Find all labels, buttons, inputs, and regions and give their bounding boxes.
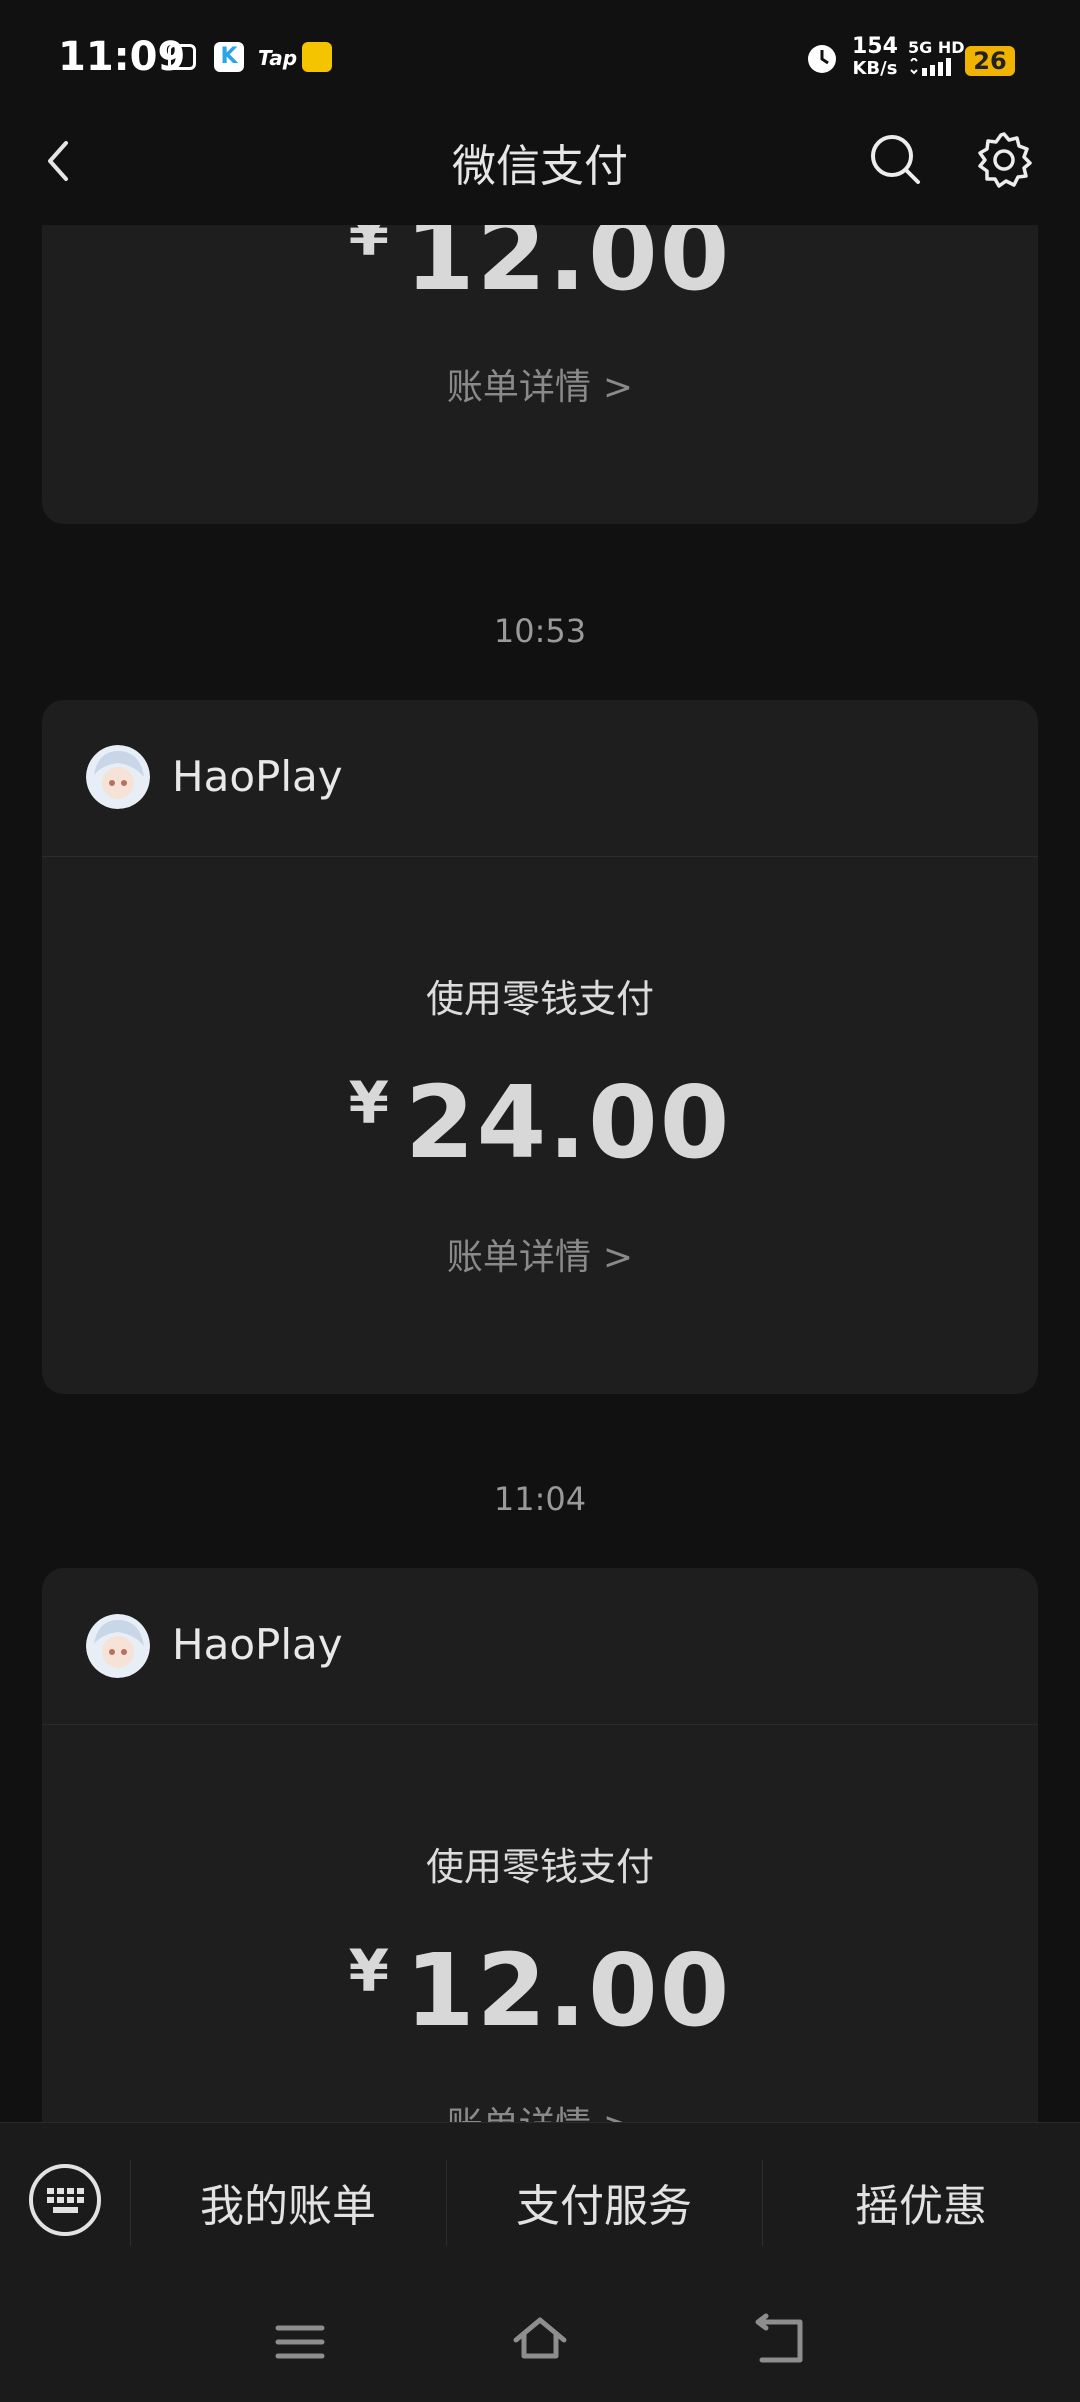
merchant-name[interactable]: HaoPlay bbox=[172, 1620, 343, 1669]
tab-shake-offers[interactable]: 摇优惠 bbox=[762, 2170, 1080, 2234]
network-label: 5G HD bbox=[908, 38, 965, 57]
tab-my-bills[interactable]: 我的账单 bbox=[130, 2170, 446, 2234]
status-bar: 11:09 K Tap 154 KB/s 5G HD 26 bbox=[0, 0, 1080, 120]
menu-icon[interactable] bbox=[272, 2314, 328, 2370]
bill-detail-link[interactable]: 账单详情> bbox=[0, 358, 1080, 410]
message-time: 11:04 bbox=[493, 1480, 587, 1518]
payment-method: 使用零钱支付 bbox=[425, 977, 654, 1021]
return-icon[interactable] bbox=[750, 2312, 810, 2372]
bilibili-icon bbox=[168, 44, 196, 70]
message-time: 10:53 bbox=[493, 612, 587, 650]
signal-icon bbox=[910, 58, 951, 76]
bottom-bar-border bbox=[0, 2122, 1080, 2123]
gear-icon[interactable] bbox=[974, 130, 1034, 190]
merchant-avatar[interactable] bbox=[86, 745, 150, 809]
payment-amount: ¥24.00 bbox=[348, 1064, 732, 1181]
battery-indicator: 26 bbox=[965, 46, 1015, 76]
payment-method: 使用零钱支付 bbox=[425, 1845, 654, 1889]
home-icon[interactable] bbox=[510, 2310, 570, 2370]
payment-amount: ¥12.00 bbox=[348, 1932, 732, 2049]
alarm-icon bbox=[808, 45, 836, 73]
bill-detail-link[interactable]: 账单详情> bbox=[0, 1228, 1080, 1280]
tap-icon: Tap bbox=[258, 46, 298, 70]
back-arrow-icon[interactable] bbox=[30, 131, 90, 191]
tab-payment-services[interactable]: 支付服务 bbox=[446, 2170, 762, 2234]
meituan-icon bbox=[302, 42, 332, 72]
status-time: 11:09 bbox=[58, 34, 186, 80]
net-speed: 154 KB/s bbox=[852, 34, 898, 80]
card-divider bbox=[42, 856, 1038, 857]
merchant-name[interactable]: HaoPlay bbox=[172, 752, 343, 801]
keyboard-icon[interactable] bbox=[28, 2163, 102, 2237]
system-nav-bar bbox=[0, 2280, 1080, 2400]
search-icon[interactable] bbox=[866, 130, 926, 190]
kugou-icon: K bbox=[214, 42, 244, 72]
card-divider bbox=[42, 1724, 1038, 1725]
payment-card bbox=[42, 700, 1038, 1394]
merchant-avatar[interactable] bbox=[86, 1614, 150, 1678]
